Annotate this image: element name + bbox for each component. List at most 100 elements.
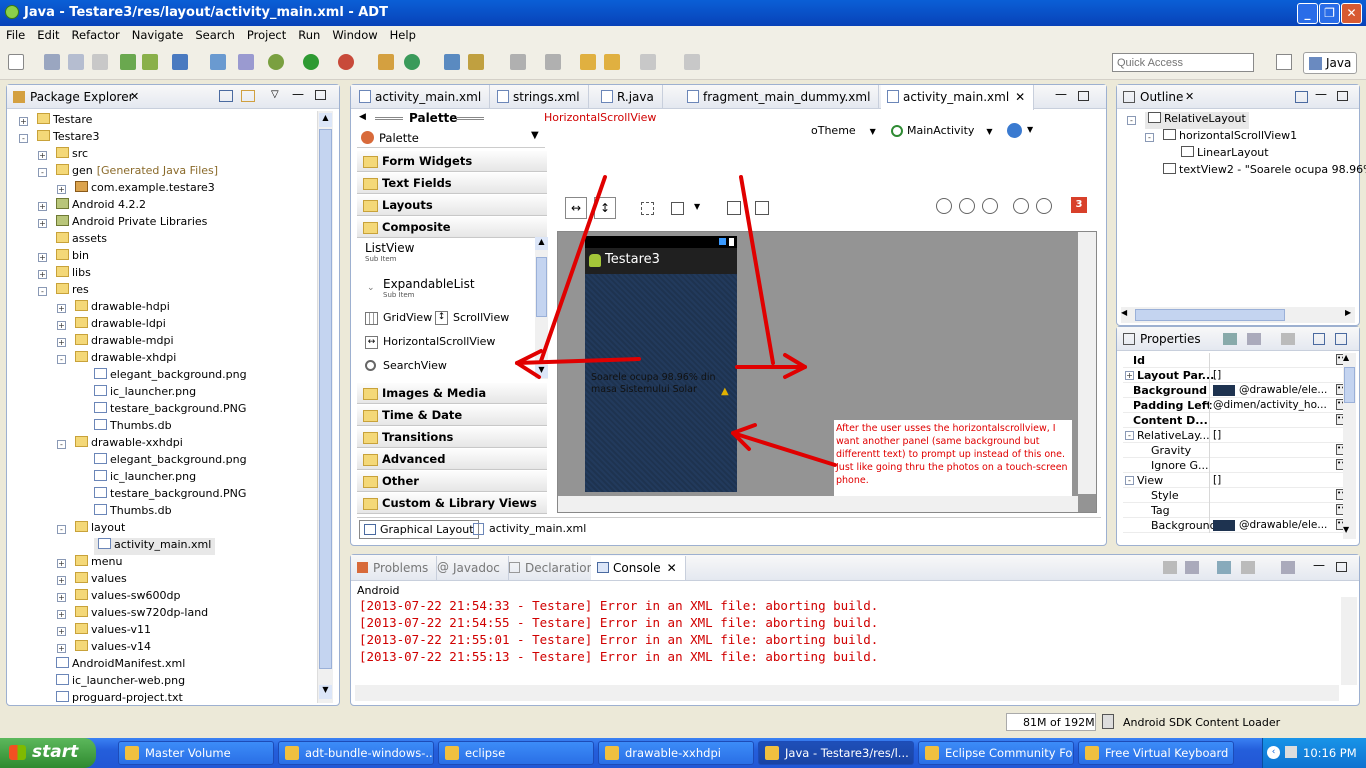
property-toggle-icon[interactable]: -: [1125, 476, 1134, 485]
tab-activity-main-1[interactable]: activity_main.xml: [353, 85, 491, 109]
start-button[interactable]: start: [0, 738, 96, 768]
tree-item[interactable]: values-v14: [75, 640, 151, 657]
taskbar-item-java-adt[interactable]: Java - Testare3/res/l...: [758, 741, 914, 765]
tree-toggle-icon[interactable]: -: [19, 134, 28, 143]
tree-toggle-icon[interactable]: +: [57, 576, 66, 585]
outline-hscrollbar[interactable]: ◀ ▶: [1121, 307, 1355, 323]
collapse-all-icon[interactable]: [1335, 333, 1347, 345]
tree-item[interactable]: Testare: [37, 113, 92, 130]
tree-item[interactable]: drawable-hdpi: [75, 300, 170, 317]
tree-toggle-icon[interactable]: +: [57, 304, 66, 313]
tree-item[interactable]: AndroidManifest.xml: [56, 657, 185, 674]
taskbar-item-virtual-keyboard[interactable]: Free Virtual Keyboard: [1078, 741, 1234, 765]
property-row[interactable]: Style•••: [1123, 488, 1349, 503]
locale-dropdown[interactable]: ▼: [1007, 123, 1039, 141]
property-toggle-icon[interactable]: -: [1125, 431, 1134, 440]
minimize-view-icon[interactable]: —: [1313, 558, 1325, 572]
scroll-up-icon[interactable]: ▲: [319, 113, 332, 127]
new-android-project-icon[interactable]: [210, 54, 226, 70]
debug-icon[interactable]: [268, 54, 284, 70]
close-icon[interactable]: ✕: [1341, 3, 1362, 24]
quick-access-input[interactable]: [1112, 53, 1254, 72]
close-tab-icon[interactable]: ✕: [1015, 90, 1025, 104]
tree-item[interactable]: src: [56, 147, 88, 164]
tree-item[interactable]: com.example.testare3: [75, 181, 215, 198]
open-perspective-icon[interactable]: [1276, 54, 1292, 70]
tree-toggle-icon[interactable]: +: [19, 117, 28, 126]
scroll-left-icon[interactable]: ◀: [1121, 308, 1127, 317]
tree-item[interactable]: Thumbs.db: [94, 419, 172, 436]
pin-icon[interactable]: [684, 54, 700, 70]
tray-expand-icon[interactable]: ‹: [1267, 746, 1280, 759]
tab-r-java[interactable]: R.java: [595, 85, 663, 109]
menu-window[interactable]: Window: [326, 26, 383, 42]
property-row[interactable]: - RelativeLay...[]: [1123, 428, 1349, 443]
tree-toggle-icon[interactable]: +: [57, 644, 66, 653]
tree-item[interactable]: values: [75, 572, 127, 589]
menu-edit[interactable]: Edit: [31, 26, 65, 42]
tree-item[interactable]: proguard-project.txt: [56, 691, 183, 705]
filter-icon[interactable]: [1223, 333, 1237, 345]
tree-item[interactable]: menu: [75, 555, 122, 572]
tree-toggle-icon[interactable]: -: [1145, 133, 1154, 142]
collapse-all-icon[interactable]: [219, 90, 233, 102]
menu-navigate[interactable]: Navigate: [126, 26, 190, 42]
property-value[interactable]: []: [1213, 429, 1221, 441]
console-hscrollbar[interactable]: [355, 685, 1339, 701]
run-icon[interactable]: [303, 54, 319, 70]
java-perspective-button[interactable]: Java: [1303, 52, 1357, 74]
new-package-icon[interactable]: [404, 54, 420, 70]
taskbar-item-eclipse[interactable]: eclipse: [438, 741, 594, 765]
taskbar-item-drawable-xxhdpi[interactable]: drawable-xxhdpi: [598, 741, 754, 765]
external-tools-icon[interactable]: [338, 54, 354, 70]
pin-console-icon[interactable]: [1217, 561, 1231, 574]
tree-item[interactable]: Thumbs.db: [94, 504, 172, 521]
tab-declaration[interactable]: Declaration: [503, 556, 604, 580]
tree-toggle-icon[interactable]: +: [38, 270, 47, 279]
tree-item[interactable]: drawable-xxhdpi: [75, 436, 183, 453]
tree-item[interactable]: testare_background.PNG: [94, 487, 246, 504]
scroll-right-icon[interactable]: ▶: [1345, 308, 1351, 317]
tab-activity-main-active[interactable]: activity_main.xml ✕: [881, 85, 1035, 110]
tree-item[interactable]: elegant_background.png: [94, 453, 247, 470]
property-row[interactable]: Gravity•••: [1123, 443, 1349, 458]
outline-title[interactable]: Outline: [1140, 90, 1183, 104]
property-row[interactable]: Background@drawable/ele...•••: [1123, 383, 1349, 398]
annotation-icon[interactable]: [510, 54, 526, 70]
tree-toggle-icon[interactable]: +: [57, 559, 66, 568]
tree-toggle-icon[interactable]: -: [38, 287, 47, 296]
tree-toggle-icon[interactable]: +: [38, 219, 47, 228]
tree-toggle-icon[interactable]: -: [57, 440, 66, 449]
property-toggle-icon[interactable]: +: [1125, 371, 1134, 380]
scroll-up-icon[interactable]: ▲: [1343, 353, 1349, 362]
advanced-icon[interactable]: [1281, 333, 1295, 345]
scroll-thumb[interactable]: [1344, 367, 1355, 403]
zoom-in-icon[interactable]: [1036, 198, 1052, 214]
tree-toggle-icon[interactable]: +: [57, 627, 66, 636]
properties-title[interactable]: Properties: [1140, 332, 1201, 346]
tree-toggle-icon[interactable]: +: [57, 610, 66, 619]
minimize-editor-icon[interactable]: —: [1055, 87, 1067, 101]
properties-scrollbar[interactable]: ▲ ▼: [1343, 353, 1356, 539]
package-explorer-scrollbar[interactable]: ▲ ▼: [317, 111, 333, 703]
tree-item[interactable]: Android Private Libraries: [56, 215, 207, 232]
back-history-icon[interactable]: [604, 54, 620, 70]
scroll-down-icon[interactable]: ▼: [319, 685, 332, 699]
property-value[interactable]: []: [1213, 369, 1221, 381]
tree-item[interactable]: ic_launcher-web.png: [56, 674, 185, 691]
console-vscrollbar[interactable]: [1341, 597, 1357, 685]
maximize-editor-icon[interactable]: [1078, 91, 1089, 101]
outline-item[interactable]: LinearLayout: [1181, 146, 1269, 163]
tree-item[interactable]: libs: [56, 266, 91, 283]
tree-item[interactable]: bin: [56, 249, 89, 266]
tree-item[interactable]: layout: [75, 521, 125, 538]
taskbar-item-eclipse-forum[interactable]: Eclipse Community Fo...: [918, 741, 1074, 765]
tree-item[interactable]: testare_background.PNG: [94, 402, 246, 419]
lint-icon[interactable]: [172, 54, 188, 70]
clear-console-icon[interactable]: [1163, 561, 1177, 574]
property-value[interactable]: @dimen/activity_ho...: [1213, 399, 1327, 411]
open-console-icon[interactable]: [1281, 561, 1295, 574]
tree-item[interactable]: values-sw720dp-land: [75, 606, 208, 623]
taskbar-item-adt-bundle[interactable]: adt-bundle-windows-...: [278, 741, 434, 765]
status-memory[interactable]: 81M of 192M: [1006, 713, 1096, 731]
